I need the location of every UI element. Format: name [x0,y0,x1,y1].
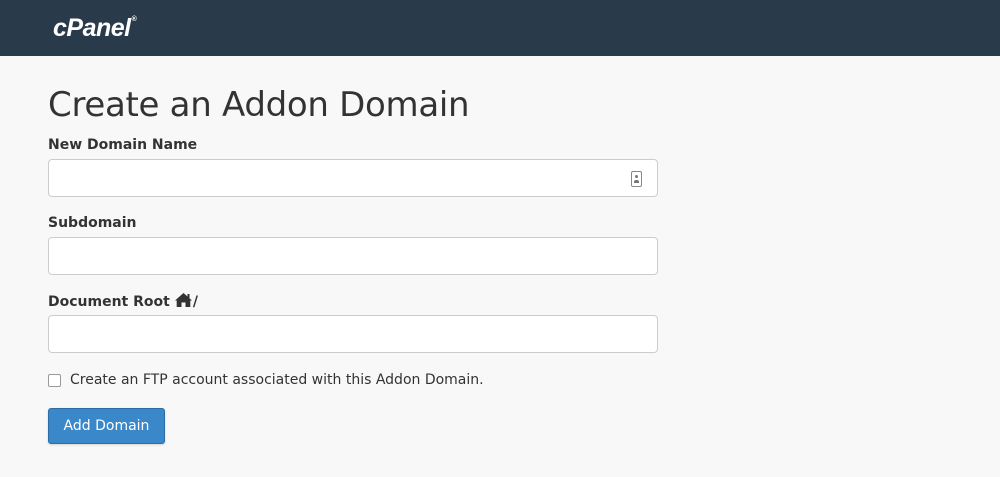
new-domain-label: New Domain Name [48,137,198,153]
document-root-input[interactable] [49,316,657,352]
subdomain-input-wrapper [48,237,658,275]
subdomain-label: Subdomain [48,215,137,231]
page-title: Create an Addon Domain [48,85,470,125]
ftp-account-option[interactable]: Create an FTP account associated with th… [48,372,658,388]
contact-card-icon[interactable] [631,171,642,187]
new-domain-input-wrapper [48,159,658,197]
top-bar: cPanel® [0,0,1000,56]
document-root-label: Document Root / [48,292,658,310]
logo-registered-mark: ® [131,16,137,23]
new-domain-input[interactable] [49,160,657,196]
ftp-account-label: Create an FTP account associated with th… [70,372,484,388]
logo-text: cPanel [53,14,131,42]
subdomain-group: Subdomain [48,214,658,275]
new-domain-group: New Domain Name [48,136,658,197]
document-root-label-text: Document Root [48,294,170,310]
document-root-suffix: / [192,294,198,310]
add-domain-button[interactable]: Add Domain [48,408,165,444]
document-root-group: Document Root / [48,292,658,353]
home-icon [174,293,192,307]
document-root-input-wrapper [48,315,658,353]
addon-domain-form: Create an Addon Domain New Domain Name S… [48,56,658,444]
cpanel-logo[interactable]: cPanel® [53,14,137,43]
subdomain-input[interactable] [49,238,657,274]
ftp-account-checkbox[interactable] [48,373,61,387]
